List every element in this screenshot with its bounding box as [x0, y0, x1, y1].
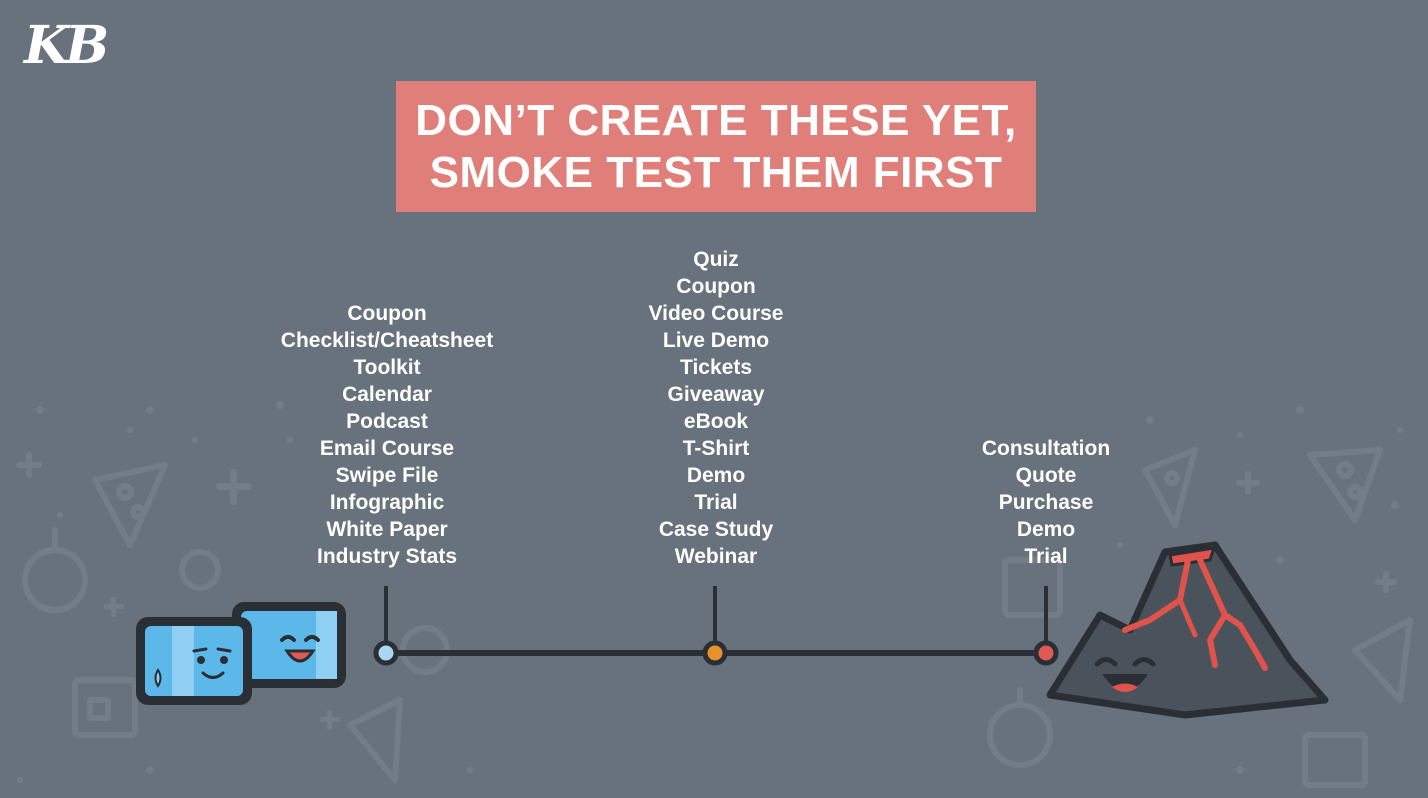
left-marker	[373, 640, 399, 666]
right-marker	[1033, 640, 1059, 666]
middle-marker	[702, 640, 728, 666]
ice-cube-icon	[136, 617, 252, 705]
volcano-icon	[1046, 541, 1329, 719]
funnel-timeline	[136, 541, 1329, 719]
